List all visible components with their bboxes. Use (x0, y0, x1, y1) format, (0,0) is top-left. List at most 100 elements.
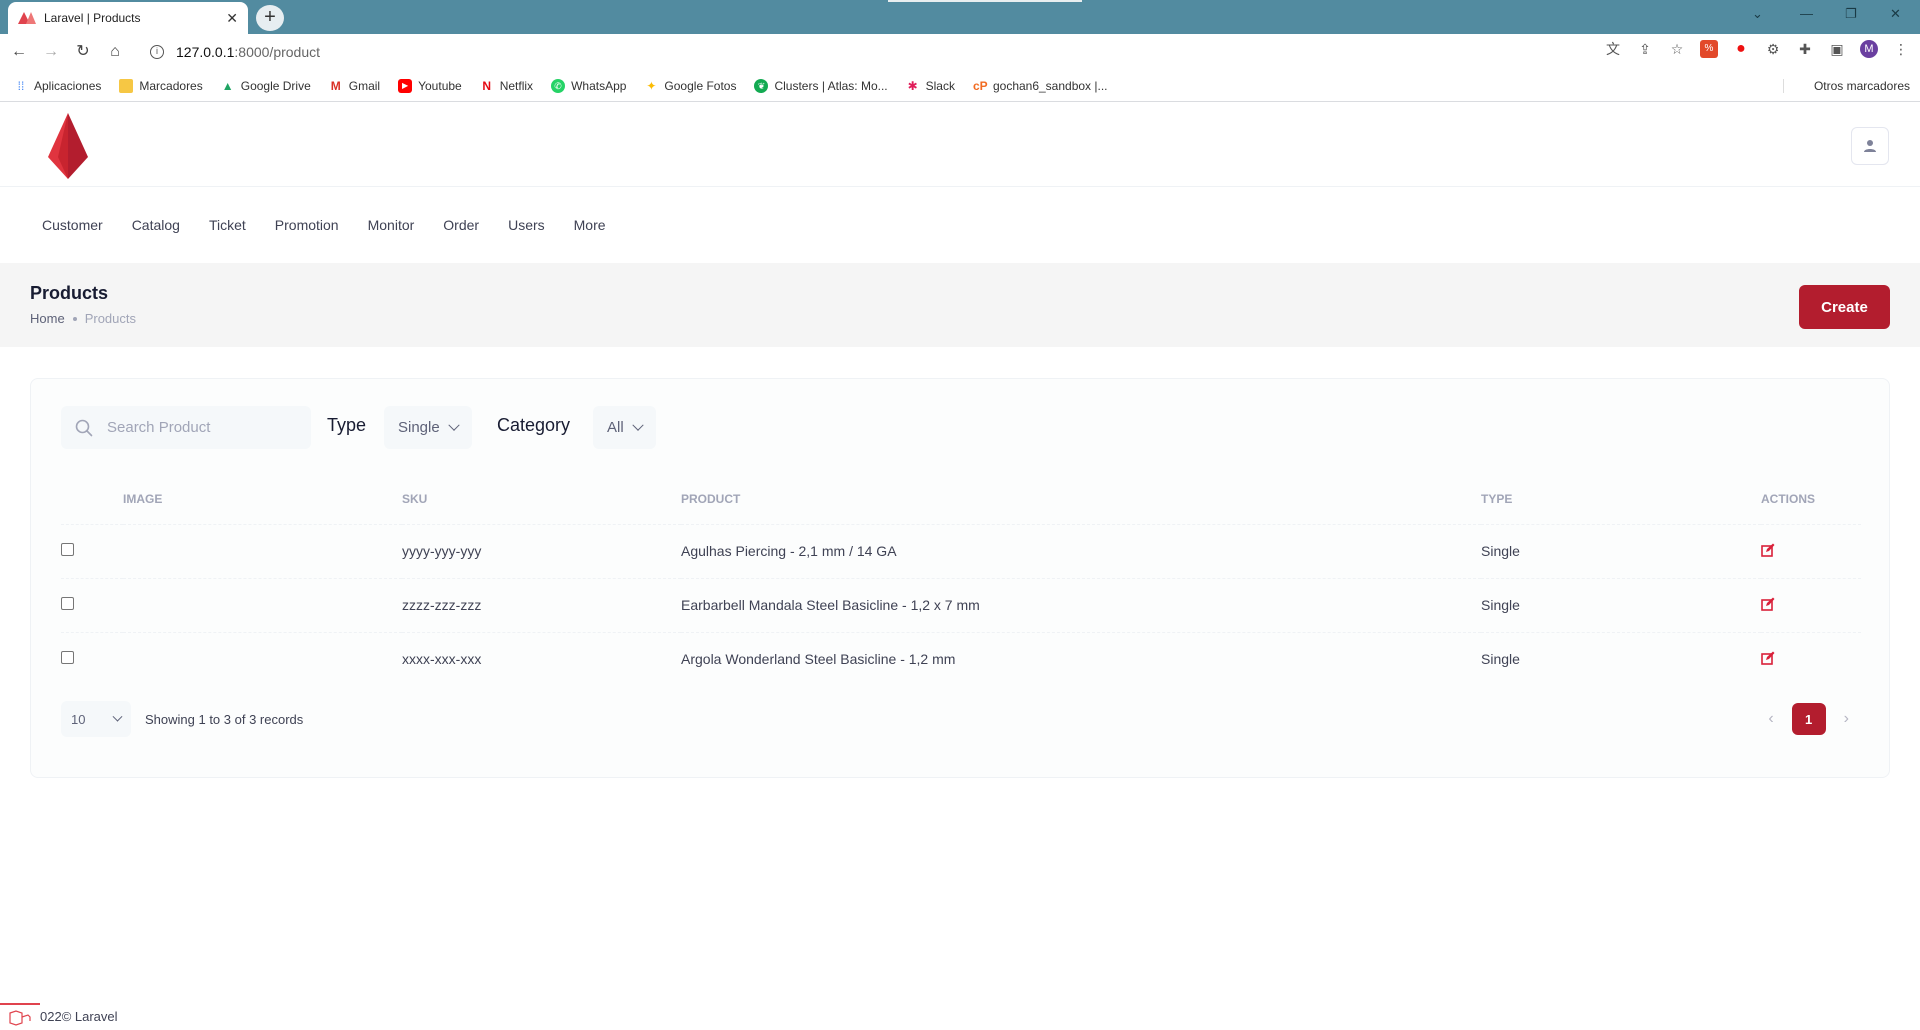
row-checkbox[interactable] (61, 543, 74, 556)
menu-ticket[interactable]: Ticket (209, 217, 246, 233)
bookmark-atlas[interactable]: ❦ Clusters | Atlas: Mo... (754, 78, 888, 93)
menu-promotion[interactable]: Promotion (275, 217, 339, 233)
translate-icon[interactable]: 文 (1604, 40, 1622, 58)
minimize-icon[interactable]: — (1800, 6, 1813, 21)
row-product: Earbarbell Mandala Steel Basicline - 1,2… (681, 578, 1481, 633)
browser-tab-bar: Laravel | Products ✕ + ⌄ — ❐ ✕ (0, 0, 1920, 34)
browser-tab[interactable]: Laravel | Products ✕ (8, 2, 248, 34)
user-menu-button[interactable] (1851, 127, 1889, 165)
netflix-icon: N (482, 78, 492, 93)
folder-icon (119, 78, 134, 93)
profile-avatar[interactable]: M (1860, 40, 1878, 58)
row-type: Single (1481, 524, 1761, 579)
page-length-select[interactable]: 10 (61, 701, 131, 737)
row-image (123, 632, 402, 686)
menu-customer[interactable]: Customer (42, 217, 103, 233)
header-select (61, 474, 123, 525)
app-header (0, 103, 1920, 187)
breadcrumb-home[interactable]: Home (30, 311, 65, 326)
page-length-value: 10 (71, 711, 86, 727)
table-header-row: Image SKU Product Type Actions (61, 474, 1861, 525)
reload-icon[interactable]: ↻ (70, 39, 96, 65)
create-button[interactable]: Create (1799, 285, 1890, 329)
bookmark-other[interactable]: Otros marcadores (1782, 78, 1910, 93)
url-host: 127.0.0.1 (176, 44, 235, 60)
edit-icon[interactable] (1761, 543, 1775, 557)
apps-grid-icon: ⁞⁞ (17, 78, 25, 93)
row-product: Argola Wonderland Steel Basicline - 1,2 … (681, 651, 956, 668)
browser-menu-icon[interactable]: ⋮ (1892, 40, 1910, 58)
bookmark-gmail[interactable]: M Gmail (329, 79, 380, 93)
row-image (123, 524, 402, 579)
header-type[interactable]: Type (1481, 474, 1761, 525)
header-sku[interactable]: SKU (402, 474, 681, 525)
header-actions: Actions (1761, 474, 1861, 525)
table-row: yyyy-yyy-yyy Agulhas Piercing - 2,1 mm /… (61, 524, 1861, 579)
edit-icon[interactable] (1761, 651, 1775, 665)
folder-icon (1794, 79, 1808, 93)
side-panel-icon[interactable]: ▣ (1828, 40, 1846, 58)
prev-page-icon[interactable]: ‹ (1768, 710, 1773, 728)
share-icon[interactable]: ⇪ (1636, 40, 1654, 58)
menu-more[interactable]: More (574, 217, 606, 233)
bookmark-marcadores[interactable]: Marcadores (119, 78, 203, 93)
laravel-favicon-icon (18, 12, 36, 24)
tab-search-icon[interactable]: ⌄ (1752, 6, 1763, 22)
search-icon (75, 419, 93, 436)
bookmark-whatsapp[interactable]: ✆ WhatsApp (551, 78, 626, 93)
bookmark-slack[interactable]: ✱ Slack (906, 79, 955, 93)
forward-arrow-icon[interactable]: → (38, 39, 64, 65)
row-sku: xxxx-xxx-xxx (402, 651, 482, 668)
home-icon[interactable]: ⌂ (102, 39, 128, 65)
back-arrow-icon[interactable]: ← (6, 39, 32, 65)
menu-users[interactable]: Users (508, 217, 545, 233)
restore-icon[interactable]: ❐ (1845, 6, 1857, 22)
header-product[interactable]: Product (681, 474, 1481, 525)
menu-catalog[interactable]: Catalog (132, 217, 180, 233)
type-filter-label: Type (327, 415, 367, 435)
category-select[interactable]: All (593, 406, 656, 449)
extension-icons: 文 ⇪ ☆ % ● ⚙ ✚ ▣ M ⋮ (1604, 40, 1910, 58)
page-title: Products (30, 283, 109, 303)
footer: 022© Laravel (0, 1003, 1920, 1030)
tab-close-icon[interactable]: ✕ (226, 10, 238, 27)
bookmark-sandbox[interactable]: cP gochan6_sandbox |... (973, 79, 1108, 93)
row-checkbox[interactable] (61, 597, 74, 610)
bookmark-youtube[interactable]: ▶ Youtube (398, 78, 462, 93)
bookmark-apps[interactable]: ⁞⁞ Aplicaciones (14, 78, 102, 93)
menu-order[interactable]: Order (443, 217, 479, 233)
bookmark-google-fotos[interactable]: ✦ Google Fotos (644, 79, 736, 93)
menu-monitor[interactable]: Monitor (368, 217, 415, 233)
page-number-button[interactable]: 1 (1791, 703, 1826, 735)
edit-icon[interactable] (1761, 597, 1775, 611)
extension-opera-icon[interactable]: ● (1732, 40, 1750, 58)
gmail-icon: M (330, 78, 341, 93)
tab-strip-highlight (888, 0, 1082, 2)
footer-copyright: 022© Laravel (40, 1009, 118, 1024)
new-tab-button[interactable]: + (256, 5, 284, 31)
breadcrumb: Home Products (30, 311, 136, 326)
row-sku: yyyy-yyy-yyy (402, 524, 681, 579)
google-photos-icon: ✦ (646, 78, 657, 93)
chevron-down-icon (112, 711, 123, 722)
products-card: Type Single Category All Image SKU Produ… (30, 378, 1890, 778)
bookmark-google-drive[interactable]: ▲ Google Drive (221, 79, 311, 93)
type-select[interactable]: Single (384, 406, 472, 449)
extension-gear-icon[interactable]: ⚙ (1764, 40, 1782, 58)
row-checkbox[interactable] (61, 651, 74, 665)
bookmark-star-icon[interactable]: ☆ (1668, 40, 1686, 58)
bookmark-netflix[interactable]: N Netflix (480, 79, 533, 93)
cpanel-icon: cP (972, 78, 988, 93)
row-type: Single (1481, 651, 1520, 668)
header-image[interactable]: Image (123, 474, 402, 525)
search-input[interactable] (107, 419, 287, 436)
category-select-value: All (607, 419, 624, 436)
row-type: Single (1481, 578, 1761, 633)
site-info-icon[interactable]: i (150, 45, 164, 59)
extensions-puzzle-icon[interactable]: ✚ (1796, 40, 1814, 58)
row-product: Agulhas Piercing - 2,1 mm / 14 GA (681, 524, 1481, 579)
next-page-icon[interactable]: › (1844, 710, 1849, 728)
extension-percent-icon[interactable]: % (1700, 40, 1718, 58)
app-logo-icon[interactable] (48, 113, 88, 179)
window-close-icon[interactable]: ✕ (1890, 6, 1901, 22)
